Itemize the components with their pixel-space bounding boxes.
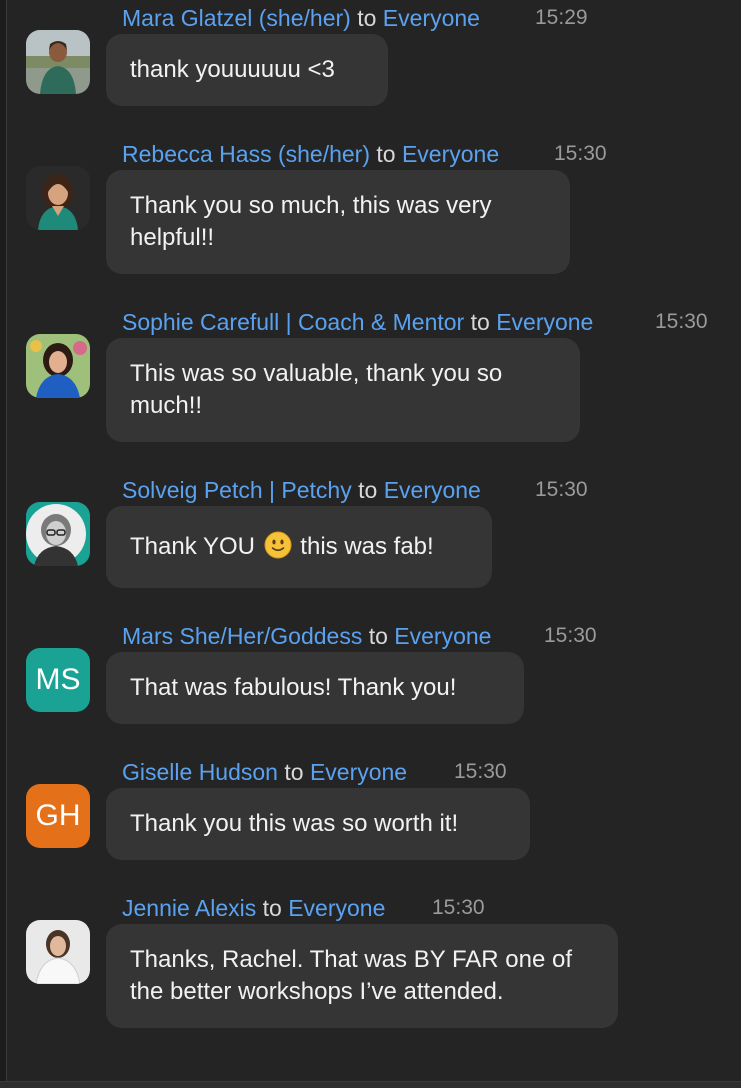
message-header: Solveig Petch | Petchy to Everyone (122, 475, 481, 505)
message-text: Thanks, Rachel. That was BY FAR one of t… (130, 946, 573, 1005)
message-header: Sophie Carefull | Coach & Mentor to Ever… (122, 307, 593, 337)
to-label: to (262, 895, 282, 921)
message-bubble: This was so valuable, thank you so much!… (106, 338, 580, 442)
recipient-name[interactable]: Everyone (394, 623, 491, 649)
message-text-after: this was fab! (300, 533, 434, 560)
sender-name[interactable]: Mara Glatzel (she/her) (122, 5, 351, 31)
message-bubble: thank youuuuuu <3 (106, 34, 388, 106)
sender-name[interactable]: Solveig Petch | Petchy (122, 477, 352, 503)
recipient-name[interactable]: Everyone (496, 309, 593, 335)
window-bottom-border (0, 1081, 741, 1088)
to-label: to (368, 623, 388, 649)
avatar[interactable] (26, 334, 90, 398)
to-label: to (358, 477, 378, 503)
message-bubble: Thanks, Rachel. That was BY FAR one of t… (106, 924, 618, 1028)
message-header: Mara Glatzel (she/her) to Everyone (122, 3, 480, 33)
sender-name[interactable]: Giselle Hudson (122, 759, 278, 785)
recipient-name[interactable]: Everyone (383, 5, 480, 31)
slightly-smiling-face-icon (264, 531, 292, 559)
avatar-initials[interactable]: MS (26, 648, 90, 712)
message-header: Mars She/Her/Goddess to Everyone (122, 621, 491, 651)
message-time: 15:30 (544, 624, 597, 647)
avatar[interactable] (26, 502, 90, 566)
message-text: That was fabulous! Thank you! (130, 674, 457, 701)
to-label: to (376, 141, 396, 167)
avatar-photo (26, 334, 90, 398)
to-label: to (357, 5, 377, 31)
message-bubble: Thank you this was so worth it! (106, 788, 530, 860)
to-label: to (470, 309, 490, 335)
avatar[interactable] (26, 920, 90, 984)
message-bubble: Thank you so much, this was very helpful… (106, 170, 570, 274)
sender-name[interactable]: Mars She/Her/Goddess (122, 623, 362, 649)
to-label: to (284, 759, 304, 785)
message-bubble: Thank YOU this was fab! (106, 506, 492, 588)
message-time: 15:30 (454, 760, 507, 783)
recipient-name[interactable]: Everyone (288, 895, 385, 921)
message-header: Rebecca Hass (she/her) to Everyone (122, 139, 499, 169)
message-header: Giselle Hudson to Everyone (122, 757, 407, 787)
sender-name[interactable]: Sophie Carefull | Coach & Mentor (122, 309, 464, 335)
avatar[interactable] (26, 166, 90, 230)
message-text: Thank YOU this was fab! (130, 531, 434, 563)
sender-name[interactable]: Jennie Alexis (122, 895, 256, 921)
avatar-photo (26, 166, 90, 230)
message-time: 15:30 (655, 310, 708, 333)
avatar-photo (26, 30, 90, 94)
recipient-name[interactable]: Everyone (402, 141, 499, 167)
message-time: 15:30 (432, 896, 485, 919)
message-time: 15:30 (554, 142, 607, 165)
window-left-border (0, 0, 7, 1088)
message-text: Thank you so much, this was very helpful… (130, 192, 492, 251)
recipient-name[interactable]: Everyone (384, 477, 481, 503)
message-time: 15:30 (535, 478, 588, 501)
message-text: This was so valuable, thank you so much!… (130, 360, 503, 419)
recipient-name[interactable]: Everyone (310, 759, 407, 785)
sender-name[interactable]: Rebecca Hass (she/her) (122, 141, 370, 167)
avatar-initials[interactable]: GH (26, 784, 90, 848)
avatar[interactable] (26, 30, 90, 94)
message-text: thank youuuuuu <3 (130, 56, 335, 83)
message-bubble: That was fabulous! Thank you! (106, 652, 524, 724)
message-text: Thank you this was so worth it! (130, 810, 459, 837)
message-text-before: Thank YOU (130, 533, 255, 560)
avatar-photo (26, 502, 90, 566)
message-time: 15:29 (535, 6, 588, 29)
avatar-photo (26, 920, 90, 984)
message-header: Jennie Alexis to Everyone (122, 893, 385, 923)
